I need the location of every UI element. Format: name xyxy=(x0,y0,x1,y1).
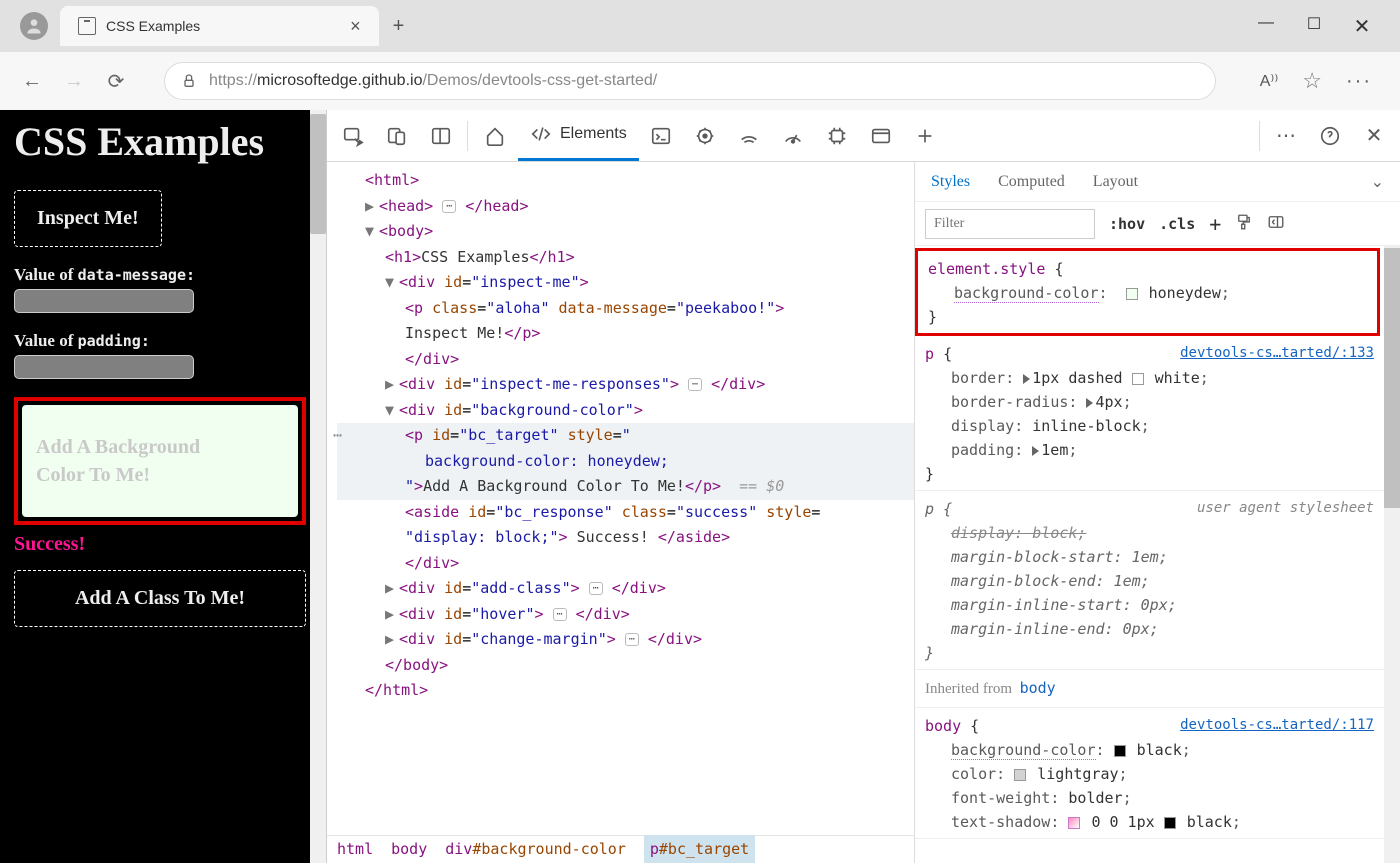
data-message-label: Value of data-message: xyxy=(14,265,306,285)
welcome-tab[interactable] xyxy=(472,111,518,161)
breadcrumb-html[interactable]: html xyxy=(337,837,373,863)
styles-tab-styles[interactable]: Styles xyxy=(931,173,970,191)
profile-icon[interactable] xyxy=(20,12,48,40)
inherited-from-label: Inherited from body xyxy=(915,670,1384,708)
hov-button[interactable]: :hov xyxy=(1109,215,1145,233)
new-tab-button[interactable]: + xyxy=(393,15,405,38)
dock-icon[interactable] xyxy=(419,114,463,158)
application-tab-icon[interactable] xyxy=(859,114,903,158)
device-toggle-icon[interactable] xyxy=(375,114,419,158)
rule-source-link[interactable]: devtools-cs…tarted/:117 xyxy=(1180,714,1374,736)
padding-label: Value of padding: xyxy=(14,331,306,351)
network-tab-icon[interactable] xyxy=(727,114,771,158)
styles-tab-layout[interactable]: Layout xyxy=(1093,173,1138,191)
computed-sidebar-icon[interactable] xyxy=(1267,213,1285,235)
body-rule[interactable]: devtools-cs…tarted/:117 body { backgroun… xyxy=(915,708,1384,839)
window-controls: ― ☐ ✕ xyxy=(1256,14,1392,39)
success-text: Success! xyxy=(14,533,306,556)
close-window-icon[interactable]: ✕ xyxy=(1352,14,1372,39)
breadcrumb-p[interactable]: p#bc_target xyxy=(644,835,755,863)
styles-rules[interactable]: element.style { background-color: honeyd… xyxy=(915,246,1384,863)
page-scrollbar[interactable] xyxy=(310,110,326,863)
selected-element-highlight: Add A BackgroundColor To Me! xyxy=(14,397,306,525)
address-bar[interactable]: https://microsoftedge.github.io/Demos/de… xyxy=(164,62,1216,100)
breadcrumb-body[interactable]: body xyxy=(391,837,427,863)
refresh-button[interactable]: ⟳ xyxy=(102,69,130,94)
breadcrumb[interactable]: html body div#background-color p#bc_targ… xyxy=(327,835,914,863)
cls-button[interactable]: .cls xyxy=(1159,215,1195,233)
title-bar: CSS Examples × + ― ☐ ✕ xyxy=(0,0,1400,52)
devtools-close-icon[interactable]: ✕ xyxy=(1352,114,1396,158)
devtools-more-icon[interactable]: ⋯ xyxy=(1264,114,1308,158)
styles-filter-row: :hov .cls + xyxy=(915,202,1400,246)
inspect-me-box[interactable]: Inspect Me! xyxy=(14,190,162,247)
p-rule[interactable]: devtools-cs…tarted/:133 p { border: 1px … xyxy=(915,336,1384,491)
tab-title: CSS Examples xyxy=(106,18,200,34)
page-viewport: CSS Examples Inspect Me! Value of data-m… xyxy=(0,110,326,863)
console-tab-icon[interactable] xyxy=(639,114,683,158)
more-icon[interactable]: ··· xyxy=(1346,70,1372,93)
bc-target-box[interactable]: Add A BackgroundColor To Me! xyxy=(22,405,298,517)
page-icon xyxy=(78,17,96,35)
sources-tab-icon[interactable] xyxy=(683,114,727,158)
help-icon[interactable] xyxy=(1308,114,1352,158)
styles-filter-input[interactable] xyxy=(925,209,1095,239)
maximize-icon[interactable]: ☐ xyxy=(1304,14,1324,39)
devtools-toolbar: Elements ⋯ ✕ xyxy=(327,110,1400,162)
minimize-icon[interactable]: ― xyxy=(1256,14,1276,39)
add-class-box[interactable]: Add A Class To Me! xyxy=(14,570,306,627)
memory-tab-icon[interactable] xyxy=(815,114,859,158)
lock-icon xyxy=(181,73,197,89)
element-style-rule[interactable]: element.style { background-color: honeyd… xyxy=(915,248,1380,336)
nav-bar: ← → ⟳ https://microsoftedge.github.io/De… xyxy=(0,52,1400,110)
breadcrumb-div[interactable]: div#background-color xyxy=(445,837,626,863)
performance-tab-icon[interactable] xyxy=(771,114,815,158)
ua-p-rule: user agent stylesheet p { display: block… xyxy=(915,491,1384,670)
styles-scrollbar[interactable] xyxy=(1384,246,1400,863)
elements-tab[interactable]: Elements xyxy=(518,111,639,161)
dom-tree[interactable]: <html> ▶<head> ⋯ </head> ▼<body> <h1>CSS… xyxy=(327,162,914,835)
styles-tab-computed[interactable]: Computed xyxy=(998,173,1065,191)
elements-panel: <html> ▶<head> ⋯ </head> ▼<body> <h1>CSS… xyxy=(327,162,914,863)
forward-button[interactable]: → xyxy=(60,70,88,93)
chevron-down-icon[interactable]: ⌄ xyxy=(1371,172,1384,192)
rule-source-link[interactable]: devtools-cs…tarted/:133 xyxy=(1180,342,1374,364)
paint-icon[interactable] xyxy=(1235,213,1253,235)
read-aloud-icon[interactable]: A⁾⁾ xyxy=(1260,71,1279,91)
url-text: https://microsoftedge.github.io/Demos/de… xyxy=(209,72,657,90)
favorite-icon[interactable]: ☆ xyxy=(1302,68,1322,94)
padding-input[interactable] xyxy=(14,355,194,379)
add-tab-icon[interactable] xyxy=(903,114,947,158)
styles-panel: Styles Computed Layout ⌄ :hov .cls + xyxy=(914,162,1400,863)
devtools-panel: Elements ⋯ ✕ xyxy=(326,110,1400,863)
styles-tabs: Styles Computed Layout ⌄ xyxy=(915,162,1400,202)
browser-tab[interactable]: CSS Examples × xyxy=(60,6,379,46)
new-style-rule-icon[interactable]: + xyxy=(1209,212,1221,236)
page-heading: CSS Examples xyxy=(14,118,306,166)
inspect-element-icon[interactable] xyxy=(331,114,375,158)
back-button[interactable]: ← xyxy=(18,70,46,93)
data-message-input[interactable] xyxy=(14,289,194,313)
close-tab-icon[interactable]: × xyxy=(350,16,361,37)
